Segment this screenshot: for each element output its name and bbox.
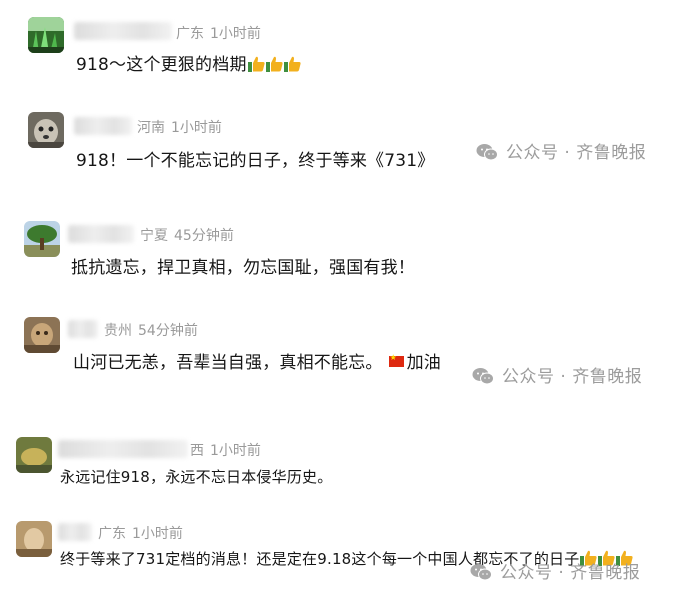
username-blurred [58,440,188,458]
watermark: 公众号 · 齐鲁晚报 [470,558,640,583]
comment-meta: 河南 1小时前 [137,117,222,137]
location: 河南 [137,120,165,136]
thumbs-up-emoji-icon [283,56,301,72]
watermark: 公众号 · 齐鲁晚报 [476,138,646,163]
watermark: 公众号 · 齐鲁晚报 [472,362,642,387]
thumbs-up-emoji-icon [247,56,265,72]
username-blurred [74,22,172,40]
comment-meta: 广东 1小时前 [176,23,261,43]
avatar[interactable] [16,437,52,473]
timestamp: 54分钟前 [138,323,198,339]
comment-text: 永远记住918，永远不忘日本侵华历史。 [60,468,333,486]
comment-text: 918～这个更狠的档期 [76,50,301,75]
timestamp: 1小时前 [171,120,222,136]
comment-text: 抵抗遗忘，捍卫真相，勿忘国耻，强国有我！ [71,258,415,278]
username-blurred [68,320,98,338]
comment-text: 山河已无恙，吾辈当自强，真相不能忘。加油 [73,348,441,373]
comment-meta: 西 1小时前 [190,440,261,460]
comment-meta: 广东 1小时前 [98,523,183,543]
wechat-icon [470,564,492,581]
avatar[interactable] [28,17,64,53]
timestamp: 1小时前 [132,526,183,542]
timestamp: 1小时前 [210,443,261,459]
wechat-icon [472,368,494,385]
location: 广东 [176,26,204,42]
wechat-icon [476,144,498,161]
location: 西 [190,443,204,459]
comment-meta: 宁夏 45分钟前 [140,225,234,245]
avatar[interactable] [24,317,60,353]
avatar[interactable] [28,112,64,148]
comment-text: 918！一个不能忘记的日子，终于等来《731》 [76,151,435,171]
location: 广东 [98,526,126,542]
location: 宁夏 [140,228,168,244]
avatar[interactable] [16,521,52,557]
username-blurred [68,225,134,243]
china-flag-icon [388,353,404,367]
thumbs-up-emoji-icon [265,56,283,72]
avatar[interactable] [24,221,60,257]
timestamp: 45分钟前 [174,228,234,244]
username-blurred [74,117,132,135]
location: 贵州 [104,323,132,339]
timestamp: 1小时前 [210,26,261,42]
username-blurred [58,523,92,541]
comment-meta: 贵州 54分钟前 [104,320,198,340]
